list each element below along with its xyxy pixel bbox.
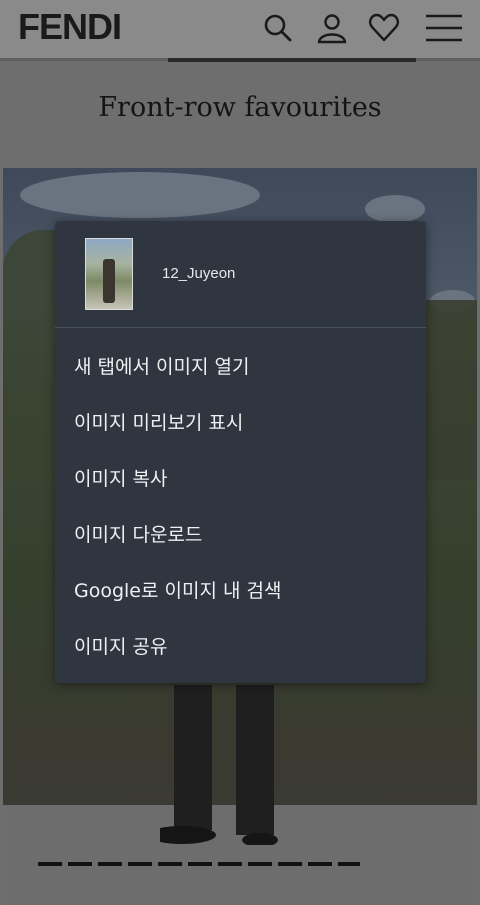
section-title: Front-row favourites — [98, 92, 382, 123]
fendi-logo[interactable]: FENDI — [18, 6, 122, 48]
menu-item-open-in-new-tab[interactable]: 새 탭에서 이미지 열기 — [55, 339, 426, 395]
image-context-menu: 12_Juyeon 새 탭에서 이미지 열기 이미지 미리보기 표시 이미지 복… — [55, 221, 426, 683]
header-accent-bar — [168, 58, 416, 62]
context-menu-list: 새 탭에서 이미지 열기 이미지 미리보기 표시 이미지 복사 이미지 다운로드… — [55, 339, 426, 675]
photo-shrubs — [420, 300, 477, 480]
site-header: FENDI — [0, 0, 480, 58]
wishlist-heart-icon[interactable] — [368, 12, 400, 44]
search-icon[interactable] — [262, 12, 294, 44]
carousel-indicator[interactable] — [38, 862, 360, 866]
menu-item-share-image[interactable]: 이미지 공유 — [55, 619, 426, 675]
image-thumbnail — [85, 238, 133, 310]
photo-cloud — [365, 195, 425, 223]
menu-item-copy-image[interactable]: 이미지 복사 — [55, 451, 426, 507]
menu-item-download-image[interactable]: 이미지 다운로드 — [55, 507, 426, 563]
menu-item-search-image-with-google[interactable]: Google로 이미지 내 검색 — [55, 563, 426, 619]
account-icon[interactable] — [316, 12, 348, 44]
photo-cloud — [20, 172, 260, 218]
menu-item-show-image-preview[interactable]: 이미지 미리보기 표시 — [55, 395, 426, 451]
menu-divider — [55, 327, 426, 328]
image-name-label: 12_Juyeon — [162, 265, 236, 282]
menu-hamburger-icon[interactable] — [425, 12, 463, 44]
photo-model-legs — [160, 685, 278, 845]
